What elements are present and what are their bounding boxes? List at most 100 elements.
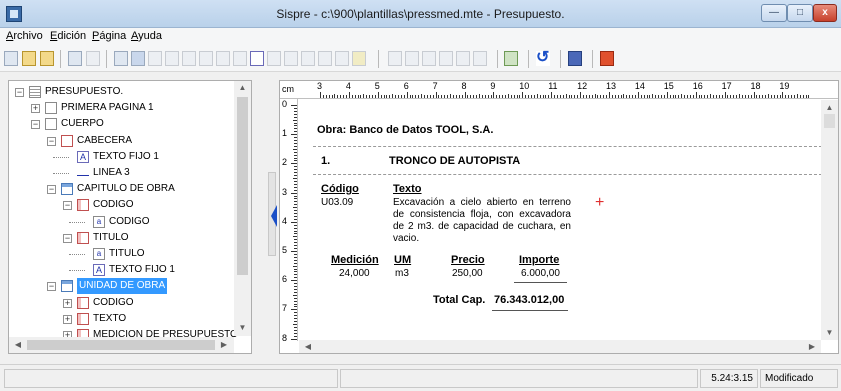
ruler-tick <box>294 224 297 226</box>
scroll-left-arrow-icon[interactable]: ◀ <box>13 340 23 349</box>
box-icon[interactable] <box>318 51 332 66</box>
rows-icon[interactable] <box>199 51 213 66</box>
tree-item[interactable]: − PRESUPUESTO. <box>9 84 235 100</box>
scroll-up-arrow-icon[interactable]: ▲ <box>821 103 838 112</box>
document-panel[interactable]: cm 3 4 5 6 7 8 9 10 11 12 13 14 15 16 17 18 19 012345678… <box>279 80 839 354</box>
columns-icon[interactable] <box>182 51 196 66</box>
spreadsheet-icon[interactable] <box>504 51 518 66</box>
collapse-arrow-icon[interactable] <box>271 205 277 227</box>
document-vertical-scrollbar[interactable]: ▲ ▼ <box>821 100 838 340</box>
collapse-icon[interactable]: − <box>47 282 56 292</box>
frame-icon[interactable] <box>335 51 349 66</box>
ruler-tick <box>421 94 423 98</box>
tree-item[interactable]: − CAPITULO DE OBRA <box>9 181 235 197</box>
tree-item[interactable]: A TEXTO FIJO 1 <box>9 149 235 165</box>
tree-vertical-scrollbar[interactable]: ▲ ▼ <box>234 81 251 336</box>
status-bar: 5.24:3.15 Modificado <box>0 364 841 391</box>
tree-item[interactable]: a CODIGO <box>9 214 235 230</box>
line-icon[interactable] <box>301 51 315 66</box>
tree-item[interactable]: − CUERPO <box>9 116 235 132</box>
tree-item[interactable]: a TITULO <box>9 246 235 262</box>
tree-item[interactable]: − CODIGO <box>9 197 235 213</box>
table-icon[interactable] <box>131 51 145 66</box>
ruler-tick <box>496 95 498 98</box>
undo-icon[interactable]: ↺ <box>536 50 550 66</box>
tree-panel[interactable]: − PRESUPUESTO. + PRIMERA PAGINA 1− CUERPO − CA… <box>8 80 252 354</box>
scroll-right-arrow-icon[interactable]: ▶ <box>807 342 817 351</box>
tree-item[interactable]: A TEXTO FIJO 1 <box>9 262 235 278</box>
tree-item[interactable]: − CABECERA <box>9 133 235 149</box>
tree-item[interactable]: − UNIDAD DE OBRA <box>9 278 235 295</box>
ruler-tick <box>398 95 400 98</box>
status-state: Modificado <box>760 369 838 388</box>
ungroup-icon[interactable] <box>473 51 487 66</box>
font-icon[interactable] <box>405 51 419 66</box>
expand-icon[interactable]: + <box>31 104 40 114</box>
collapse-icon[interactable]: − <box>47 136 56 146</box>
send-back-icon[interactable] <box>439 51 453 66</box>
scroll-left-arrow-icon[interactable]: ◀ <box>303 342 313 351</box>
scroll-up-arrow-icon[interactable]: ▲ <box>234 83 251 92</box>
scroll-thumb[interactable] <box>27 340 215 350</box>
document-icon[interactable] <box>114 51 128 66</box>
expand-icon[interactable]: + <box>63 298 72 308</box>
tree-item[interactable]: LINEA 3 <box>9 165 235 181</box>
group-icon[interactable] <box>456 51 470 66</box>
image-icon[interactable] <box>267 51 281 66</box>
print-icon[interactable] <box>68 51 82 66</box>
minimize-button[interactable]: — <box>761 4 787 22</box>
ruler-tick <box>450 94 452 98</box>
collapse-icon[interactable]: − <box>31 120 40 130</box>
tree-horizontal-scrollbar[interactable]: ◀ ▶ <box>9 337 234 353</box>
ruler-tick <box>294 137 297 139</box>
close-button[interactable]: x <box>813 4 837 22</box>
menu-archivo[interactable]: Archivo <box>6 30 43 42</box>
ruler-tick <box>320 92 321 98</box>
ruler-tick <box>363 94 365 98</box>
power-icon[interactable] <box>600 51 614 66</box>
bring-front-icon[interactable] <box>422 51 436 66</box>
menu-pagina[interactable]: Página <box>92 30 126 42</box>
page-canvas[interactable]: Obra: Banco de Datos TOOL, S.A. 1. TRONC… <box>299 100 831 340</box>
scroll-right-arrow-icon[interactable]: ▶ <box>219 340 229 349</box>
pointer-icon[interactable] <box>568 51 582 66</box>
menu-edicion[interactable]: Edición <box>50 30 86 42</box>
tree-item[interactable]: + CODIGO <box>9 295 235 311</box>
open-folder-icon[interactable] <box>40 51 54 66</box>
text-a-icon[interactable] <box>250 51 264 66</box>
field-icon[interactable] <box>233 51 247 66</box>
ruler-tick <box>559 95 561 98</box>
ruler-tick <box>461 95 463 98</box>
ruler-tick <box>334 94 336 98</box>
collapse-icon[interactable]: − <box>47 185 56 195</box>
highlight-icon[interactable] <box>352 51 366 66</box>
open-folder-icon[interactable] <box>22 51 36 66</box>
new-icon[interactable] <box>4 51 18 66</box>
preview-icon[interactable] <box>86 51 100 66</box>
scroll-down-arrow-icon[interactable]: ▼ <box>821 328 838 337</box>
tree-item[interactable]: + TEXTO <box>9 311 235 327</box>
copy-icon[interactable] <box>165 51 179 66</box>
window-title: Sispre - c:\900\plantillas\pressmed.mte … <box>276 7 565 21</box>
tree-item[interactable]: − TITULO <box>9 230 235 246</box>
ruler-tick <box>507 94 509 98</box>
collapse-icon[interactable]: − <box>63 201 72 211</box>
menu-ayuda[interactable]: Ayuda <box>131 30 162 42</box>
expand-icon[interactable]: + <box>63 314 72 324</box>
grid-icon[interactable] <box>216 51 230 66</box>
document-horizontal-scrollbar[interactable]: ◀ ▶ <box>299 340 821 353</box>
collapse-icon[interactable]: − <box>15 88 24 97</box>
align-icon[interactable] <box>284 51 298 66</box>
ruler-tick <box>695 92 697 98</box>
scroll-thumb[interactable] <box>824 114 835 128</box>
maximize-button[interactable]: □ <box>787 4 813 22</box>
zoom-icon[interactable] <box>388 51 402 66</box>
tree-item[interactable]: + PRIMERA PAGINA 1 <box>9 100 235 116</box>
collapse-icon[interactable]: − <box>63 233 72 243</box>
filter-icon[interactable] <box>148 51 162 66</box>
scroll-thumb[interactable] <box>237 97 248 275</box>
ruler-tick <box>294 145 297 147</box>
tree-item-label: CODIGO <box>109 215 150 227</box>
chapter-title: TRONCO DE AUTOPISTA <box>389 155 521 167</box>
scroll-down-arrow-icon[interactable]: ▼ <box>234 323 251 332</box>
